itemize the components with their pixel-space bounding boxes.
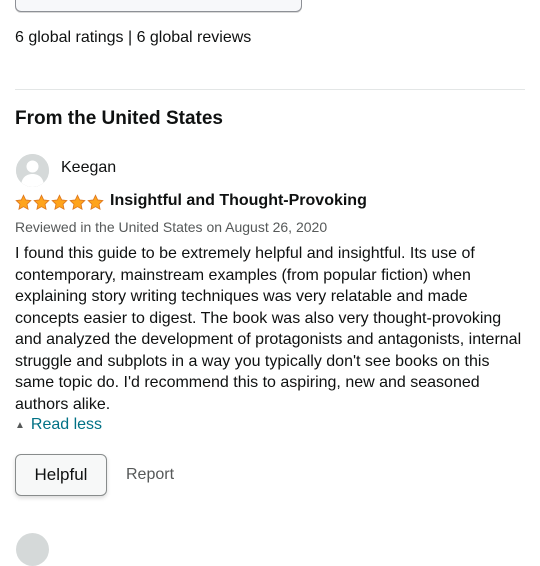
- next-reviewer-avatar-icon[interactable]: [16, 533, 49, 566]
- star-rating: [15, 194, 104, 211]
- helpful-button[interactable]: Helpful: [15, 454, 107, 496]
- section-title: From the United States: [15, 108, 223, 129]
- ratings-summary: 6 global ratings | 6 global reviews: [15, 29, 252, 46]
- star-icon: [33, 194, 50, 210]
- star-icon: [51, 194, 68, 210]
- report-link[interactable]: Report: [126, 466, 174, 484]
- read-less-label: Read less: [30, 416, 103, 433]
- review-body: I found this guide to be extremely helpf…: [15, 245, 522, 413]
- caret-up-icon: ▲: [15, 419, 25, 431]
- reviewer-name[interactable]: Keegan: [61, 159, 116, 177]
- star-icon: [15, 194, 32, 210]
- see-all-reviews-button[interactable]: [15, 0, 302, 12]
- review-meta: Reviewed in the United States on August …: [15, 219, 328, 235]
- reviewer-avatar-icon[interactable]: [16, 154, 49, 187]
- star-icon: [69, 194, 86, 210]
- review-title[interactable]: Insightful and Thought-Provoking: [110, 192, 367, 210]
- star-icon: [87, 194, 104, 210]
- section-divider: [15, 89, 525, 90]
- read-less-link[interactable]: ▲ Read less: [15, 416, 102, 434]
